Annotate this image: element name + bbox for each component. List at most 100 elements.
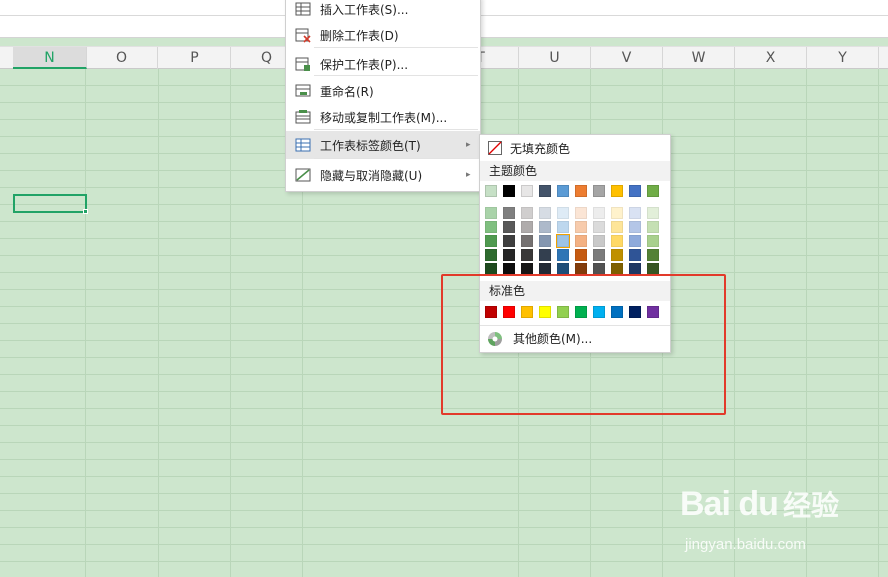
column-header-v[interactable]: V [591,47,663,69]
submenu-arrow-icon: ▸ [466,170,471,180]
insert-sheet-icon [295,2,311,16]
theme-shade-swatch[interactable] [521,235,533,247]
theme-color-swatch[interactable] [593,185,605,197]
fill-handle[interactable] [83,209,88,214]
menu-item-rename[interactable]: 重命名(R) [286,77,480,105]
menu-separator [314,47,478,48]
theme-colors-row [485,185,665,197]
theme-shade-swatch[interactable] [539,249,551,261]
theme-color-swatch[interactable] [539,185,551,197]
theme-shade-swatch[interactable] [647,221,659,233]
shade-column [539,207,551,277]
theme-shade-swatch[interactable] [593,221,605,233]
no-fill-label: 无填充颜色 [510,141,571,156]
theme-shade-swatch[interactable] [485,249,497,261]
menu-item-move-copy-sheet[interactable]: 移动或复制工作表(M)... [286,103,480,131]
menu-item-label: 插入工作表(S)... [320,2,409,17]
theme-color-swatch[interactable] [611,185,623,197]
theme-color-swatch[interactable] [503,185,515,197]
theme-shade-swatch[interactable] [575,221,587,233]
theme-shade-swatch[interactable] [647,235,659,247]
column-header-p[interactable]: P [159,47,231,69]
theme-shade-swatch[interactable] [485,235,497,247]
shade-column [629,207,641,277]
theme-shade-swatch[interactable] [575,207,587,219]
column-header-w[interactable]: W [663,47,735,69]
menu-separator [314,75,478,76]
shade-column [503,207,515,277]
theme-shade-swatch[interactable] [557,249,569,261]
rename-icon [295,84,311,97]
menu-item-insert-sheet[interactable]: 插入工作表(S)... [286,0,480,23]
theme-shade-swatch[interactable] [557,207,569,219]
menu-item-label: 保护工作表(P)... [320,57,409,72]
theme-shade-swatch[interactable] [503,221,515,233]
theme-shade-swatch[interactable] [521,221,533,233]
theme-shade-swatch[interactable] [521,207,533,219]
shade-column [647,207,659,277]
theme-shade-swatch[interactable] [611,207,623,219]
theme-shade-swatch[interactable] [629,221,641,233]
highlight-annotation-box [441,274,726,415]
theme-shade-swatch[interactable] [485,221,497,233]
submenu-arrow-icon: ▸ [466,140,471,150]
theme-shade-swatch[interactable] [503,249,515,261]
theme-shades-grid [485,207,665,277]
watermark: Bai du 经验 [680,484,839,524]
hide-unhide-icon [295,168,311,182]
column-header-x[interactable]: X [735,47,807,69]
menu-item-label: 重命名(R) [320,84,374,99]
delete-sheet-icon [295,28,311,43]
theme-shade-swatch[interactable] [647,249,659,261]
theme-shade-swatch[interactable] [503,207,515,219]
watermark-url: jingyan.baidu.com [685,536,806,553]
theme-shade-swatch[interactable] [593,207,605,219]
menu-item-label: 移动或复制工作表(M)... [320,110,448,125]
theme-shade-swatch[interactable] [629,235,641,247]
theme-shade-swatch[interactable] [611,221,623,233]
selected-cell[interactable] [13,194,88,214]
theme-shade-swatch[interactable] [485,207,497,219]
menu-separator [314,158,478,159]
theme-color-swatch[interactable] [647,185,659,197]
watermark-cn: 经验 [783,489,840,522]
column-header-y[interactable]: Y [807,47,879,69]
shade-column [485,207,497,277]
theme-shade-swatch[interactable] [593,235,605,247]
no-fill-option[interactable]: 无填充颜色 [480,137,670,159]
theme-shade-swatch[interactable] [556,234,570,248]
theme-shade-swatch[interactable] [539,221,551,233]
theme-color-swatch[interactable] [521,185,533,197]
move-copy-sheet-icon [295,110,311,124]
theme-shade-swatch[interactable] [575,249,587,261]
theme-color-swatch[interactable] [485,185,497,197]
theme-shade-swatch[interactable] [539,207,551,219]
menu-item-tab-color[interactable]: 工作表标签颜色(T) ▸ [286,131,480,159]
theme-color-swatch[interactable] [557,185,569,197]
theme-color-swatch[interactable] [629,185,641,197]
tab-color-icon [295,138,311,152]
spreadsheet-app: NOPQTUVWXY 插入工作表(S)...删除工作表(D)保护工作表(P)..… [0,0,888,577]
theme-shade-swatch[interactable] [647,207,659,219]
theme-shade-swatch[interactable] [629,249,641,261]
protect-sheet-icon [295,57,310,71]
theme-shade-swatch[interactable] [611,235,623,247]
column-header-o[interactable]: O [86,47,158,69]
column-header-n[interactable]: N [13,47,87,69]
theme-color-swatch[interactable] [575,185,587,197]
theme-shade-swatch[interactable] [557,221,569,233]
theme-shade-swatch[interactable] [629,207,641,219]
theme-shade-swatch[interactable] [503,235,515,247]
theme-shade-swatch[interactable] [611,249,623,261]
shade-column [575,207,587,277]
column-header-u[interactable]: U [519,47,591,69]
watermark-logo: Bai du [680,485,779,523]
menu-item-delete-sheet[interactable]: 删除工作表(D) [286,21,480,49]
menu-item-label: 删除工作表(D) [320,28,399,43]
menu-item-protect-sheet[interactable]: 保护工作表(P)... [286,50,480,78]
menu-item-hide-unhide[interactable]: 隐藏与取消隐藏(U) ▸ [286,161,480,189]
theme-shade-swatch[interactable] [593,249,605,261]
theme-shade-swatch[interactable] [575,235,587,247]
theme-shade-swatch[interactable] [539,235,551,247]
theme-shade-swatch[interactable] [521,249,533,261]
